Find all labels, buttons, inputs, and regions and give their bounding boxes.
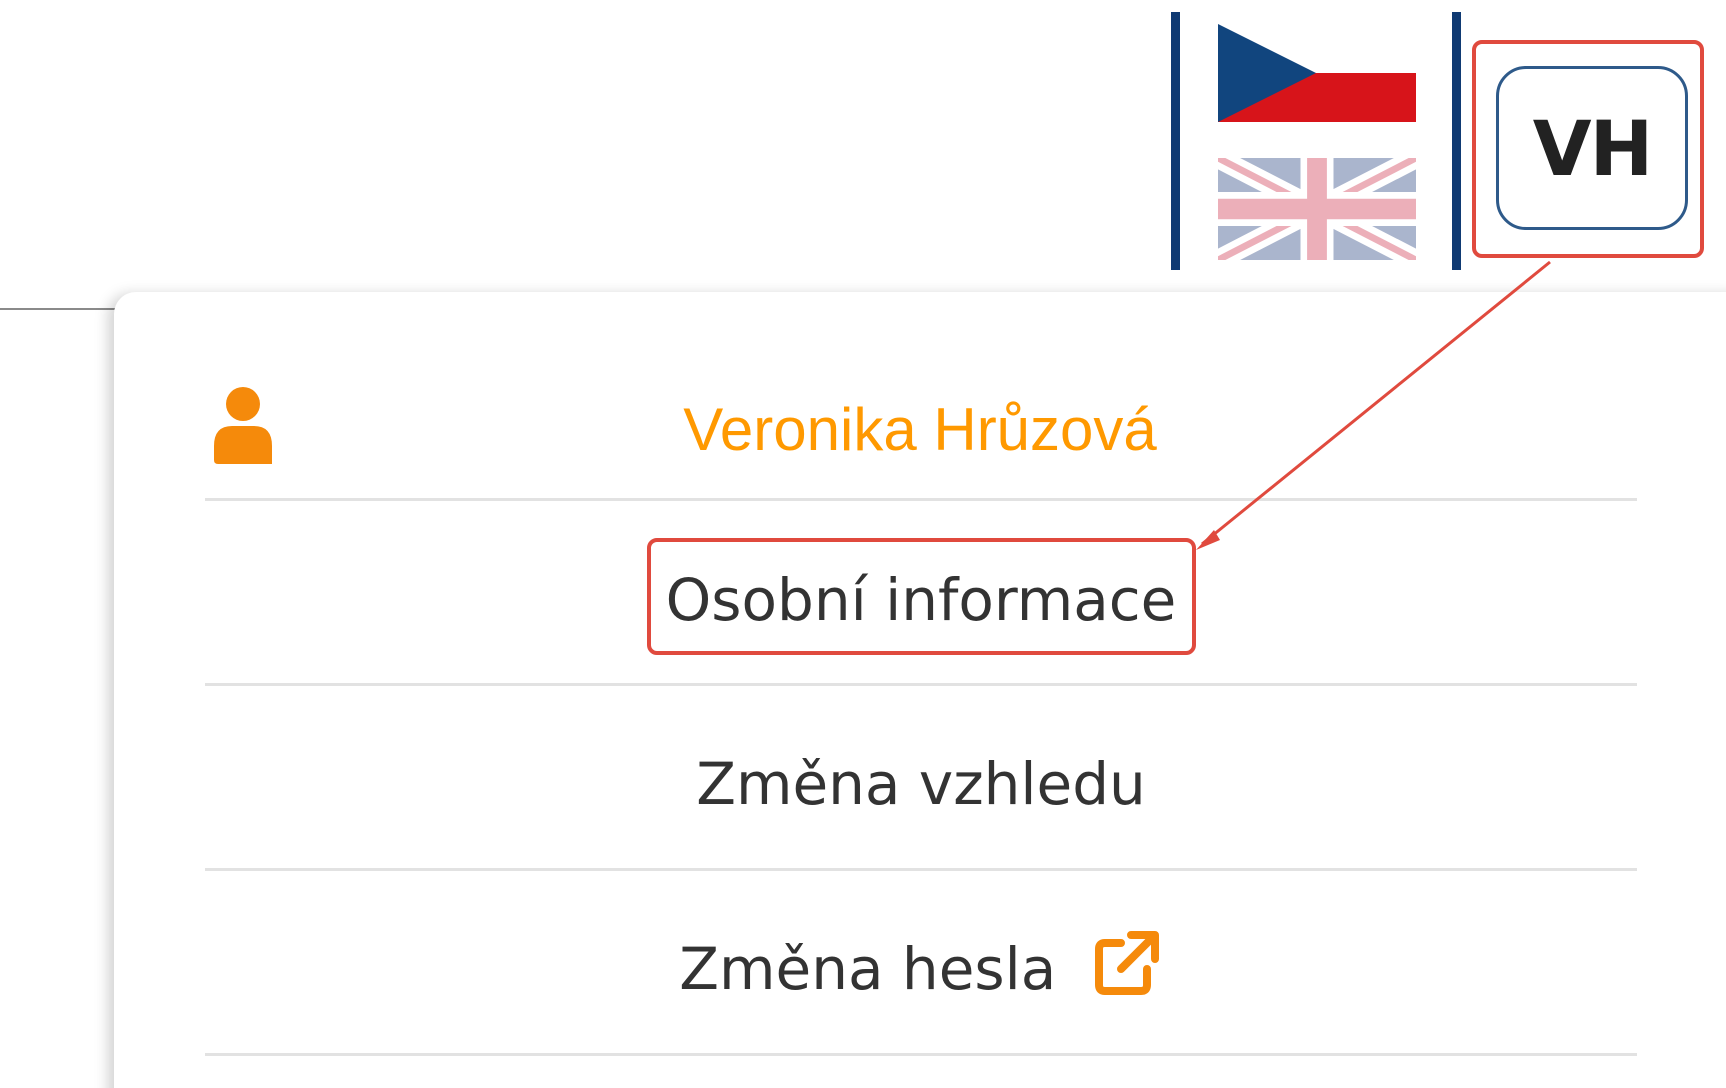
menu-item-label: Změna hesla — [679, 935, 1057, 1003]
menu-divider — [205, 868, 1637, 871]
menu-item-change-appearance[interactable]: Změna vzhledu — [205, 739, 1637, 829]
header-separator-left — [1171, 12, 1180, 270]
gb-flag-icon — [1218, 158, 1416, 260]
menu-item-label: Osobní informace — [665, 566, 1177, 634]
cz-flag-icon — [1218, 24, 1416, 122]
user-name-label: Veronika Hrůzová — [683, 396, 1157, 463]
app-header-and-user-menu: VH Veronika Hrůzová Osobní informace Změ… — [0, 0, 1726, 1088]
header-separator-right — [1452, 12, 1461, 270]
menu-divider — [205, 498, 1637, 501]
language-cz-button[interactable] — [1218, 24, 1416, 122]
language-en-button[interactable] — [1218, 158, 1416, 260]
header-bottom-border — [0, 308, 120, 310]
menu-item-personal-info[interactable]: Osobní informace — [205, 555, 1637, 645]
external-link-icon — [1094, 931, 1159, 995]
menu-item-label: Změna vzhledu — [696, 750, 1146, 818]
user-avatar-button[interactable]: VH — [1496, 66, 1688, 230]
menu-divider — [205, 683, 1637, 686]
menu-divider — [205, 1053, 1637, 1056]
menu-item-change-password[interactable]: Změna hesla — [205, 924, 1637, 1014]
user-icon — [214, 387, 272, 464]
